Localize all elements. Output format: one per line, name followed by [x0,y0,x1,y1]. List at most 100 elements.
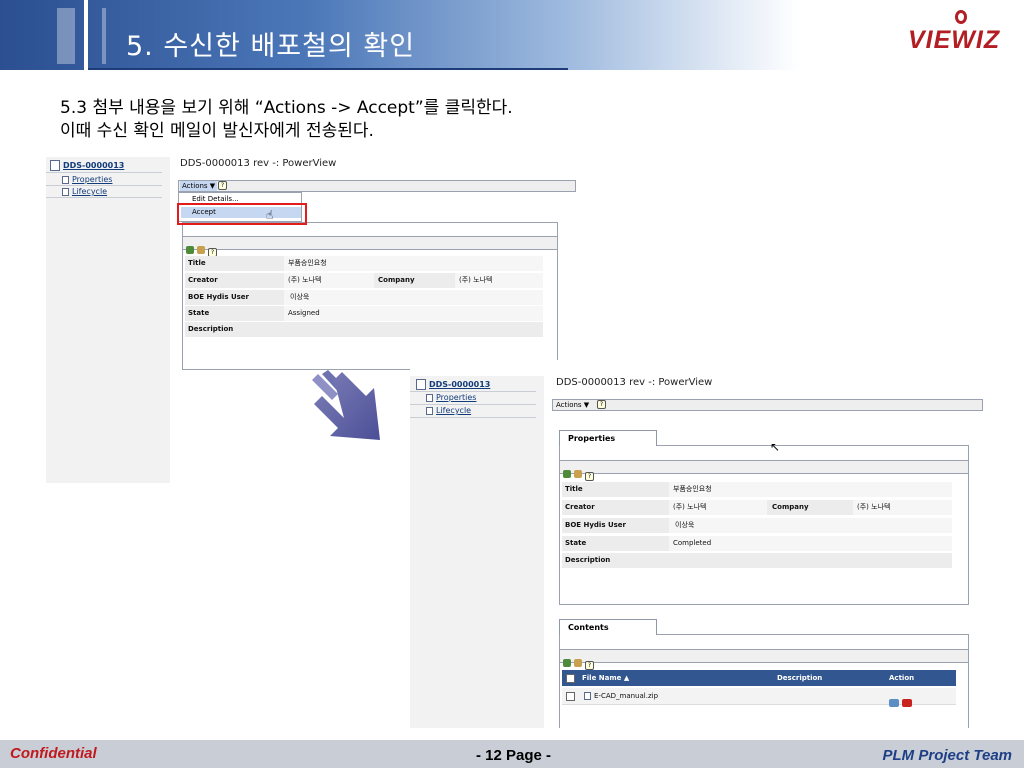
page-number: - 12 Page - [476,747,552,764]
menu-item-edit-details[interactable]: Edit Details... [192,195,239,203]
column-header-file-name[interactable]: File Name ▲ [582,670,629,686]
properties-toolbar [182,236,558,250]
instruction-line-2: 이때 수신 확인 메일이 발신자에게 전송된다. [60,121,374,141]
document-icon [50,160,60,171]
property-label: Title [565,485,583,493]
slide-footer: Confidential - 12 Page - PLM Project Tea… [0,740,1024,768]
slide-title: 5. 수신한 배포철의 확인 [126,31,416,62]
tree-item-properties[interactable]: Properties [426,393,476,402]
tree-divider [410,404,536,405]
property-label: BOE Hydis User [565,521,626,529]
property-value: (주) 노나텍 [455,273,543,288]
tree-divider [410,417,536,418]
select-all-checkbox[interactable] [566,674,575,683]
view-icon[interactable] [889,698,899,707]
page-icon [426,406,433,415]
confidential-label: Confidential [10,745,97,762]
header-divider [84,0,88,70]
navigation-tree-panel [46,157,170,483]
property-value: Completed [669,536,952,551]
viewiz-logo: VIEWIZ [908,26,1001,54]
contents-toolbar [559,649,969,663]
window-title: DDS-0000013 rev -: PowerView [556,377,713,388]
tree-item-label: Properties [72,175,113,184]
tree-item-label: Lifecycle [436,406,472,415]
highlight-box [177,203,307,225]
tree-divider [46,185,162,186]
property-label: Description [565,556,611,564]
header-decoration [102,8,106,64]
download-icon[interactable] [902,698,912,707]
file-icon [584,692,591,700]
property-value: 이상욱 [284,290,543,305]
edit-icon[interactable] [563,469,571,478]
property-label: Description [188,325,234,333]
property-value: 이상욱 [669,518,952,533]
tree-root-label: DDS-0000013 [429,380,491,389]
file-name-cell[interactable]: E-CAD_manual.zip [584,688,658,705]
property-value: (주) 노나텍 [284,273,374,288]
property-label: Company [772,503,809,511]
page-icon [62,175,69,184]
property-label: Creator [188,276,218,284]
row-checkbox[interactable] [566,692,575,701]
property-label: Company [378,276,415,284]
tree-item-label: Properties [436,393,477,402]
property-label: Title [188,259,206,267]
actions-menu-button[interactable]: Actions ▼ [180,181,218,191]
instruction-line-1: 5.3 첨부 내용을 보기 위해 “Actions -> Accept”를 클릭… [60,98,513,118]
tree-root-label: DDS-0000013 [63,161,125,170]
column-header-description[interactable]: Description [777,670,822,686]
print-icon[interactable] [574,658,582,667]
team-label: PLM Project Team [882,747,1012,764]
tab-properties[interactable]: Properties [559,430,657,446]
actions-menu-button[interactable]: Actions ▼ [556,400,589,410]
header-decoration [57,8,75,64]
property-value: 부품승인요청 [284,256,543,271]
properties-toolbar [559,460,969,474]
tree-divider [46,197,162,198]
file-name-text: E-CAD_manual.zip [594,692,659,700]
tree-divider [46,172,162,173]
tree-item-lifecycle[interactable]: Lifecycle [62,187,107,196]
tree-item-lifecycle[interactable]: Lifecycle [426,406,471,415]
tree-root-item[interactable]: DDS-0000013 [416,379,490,390]
toolbar-icons: ? [563,463,594,482]
help-icon[interactable]: ? [585,472,594,481]
action-cell [889,692,915,711]
print-icon[interactable] [197,245,205,254]
transition-arrow-icon [312,370,380,440]
column-header-action: Action [889,674,915,682]
arrow-cursor-icon: ↖ [770,440,781,454]
actions-bar [178,180,576,192]
help-icon[interactable]: ? [597,400,606,409]
window-title: DDS-0000013 rev -: PowerView [180,158,337,169]
tab-contents[interactable]: Contents [559,619,657,635]
tree-item-label: Lifecycle [72,187,108,196]
toolbar-icons: ? [563,652,594,671]
edit-icon[interactable] [186,245,194,254]
help-icon[interactable]: ? [218,181,227,190]
property-value: Assigned [284,306,543,321]
property-value: 부품승인요청 [669,482,952,497]
help-icon[interactable]: ? [585,661,594,670]
hand-cursor-icon: ☝ [266,208,274,222]
actions-bar [552,399,983,411]
page-icon [426,393,433,402]
document-icon [416,379,426,390]
property-row-description [562,553,952,568]
property-row-description [185,322,543,337]
title-underline [88,68,568,70]
page-icon [62,187,69,196]
property-label: BOE Hydis User [188,293,249,301]
property-label: Creator [565,503,595,511]
property-value: (주) 노나텍 [853,500,952,515]
property-label: State [565,539,587,547]
edit-icon[interactable] [563,658,571,667]
navigation-tree-panel [410,376,544,728]
tree-item-properties[interactable]: Properties [62,175,112,184]
property-value: (주) 노나텍 [669,500,767,515]
tree-root-item[interactable]: DDS-0000013 [50,160,124,171]
property-label: State [188,309,210,317]
print-icon[interactable] [574,469,582,478]
